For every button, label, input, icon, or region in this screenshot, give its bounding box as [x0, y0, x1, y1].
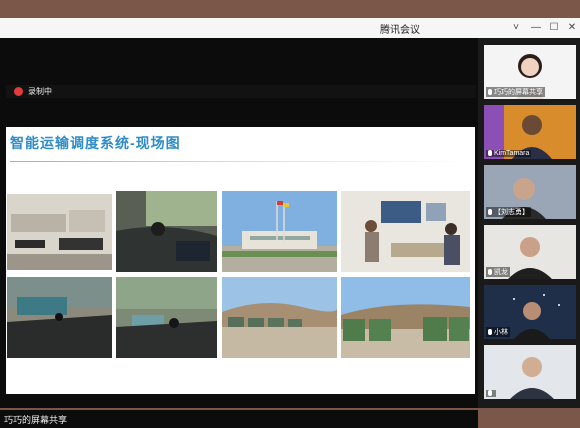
photo-mining-trucks-row — [341, 277, 470, 358]
participant-tile[interactable]: 【刘志勇】 — [484, 165, 576, 219]
participants-panel: 巧巧的屏幕共享 KimTamara 【刘志勇】 凯龙 小林 — [478, 38, 580, 408]
photo-driver-cab-monitor — [116, 191, 217, 272]
presentation-slide: 智能运输调度系统-现场图 — [6, 127, 475, 394]
participant-name: KimTamara — [486, 150, 532, 157]
participant-tile[interactable]: 巧巧的屏幕共享 — [484, 45, 576, 99]
minimize-button[interactable]: — — [528, 20, 544, 36]
shared-screen: 录制中 智能运输调度系统-现场图 巧巧的屏幕共享 — [0, 38, 478, 428]
participant-name: 巧巧的屏幕共享 — [486, 87, 545, 97]
photo-control-room-meeting — [341, 191, 470, 272]
maximize-button[interactable]: ☐ — [546, 20, 562, 36]
photo-cab-dashboard-2 — [116, 277, 217, 358]
participant-name: 小林 — [486, 327, 510, 337]
recording-bar: 录制中 — [6, 85, 476, 98]
participant-name — [486, 390, 496, 397]
recording-label: 录制中 — [28, 87, 52, 96]
participant-tile[interactable]: KimTamara — [484, 105, 576, 159]
mic-icon — [488, 329, 492, 336]
mic-icon — [488, 390, 492, 397]
participant-tile[interactable] — [484, 345, 576, 399]
photo-truck-cab-console — [7, 194, 112, 270]
participant-name: 【刘志勇】 — [486, 207, 531, 217]
avatar-man-icon — [484, 345, 576, 399]
window-title: 腾讯会议 — [380, 25, 420, 36]
record-icon — [14, 87, 23, 96]
photo-cab-dashboard-1 — [7, 277, 112, 358]
title-bar: 腾讯会议 ˅ — ☐ ✕ — [0, 18, 580, 38]
meeting-window: 腾讯会议 ˅ — ☐ ✕ 录制中 智能运输调度系统-现场图 巧巧的屏幕共享 巧巧… — [0, 18, 580, 428]
participant-tile[interactable]: 凯龙 — [484, 225, 576, 279]
mic-icon — [488, 89, 492, 96]
close-button[interactable]: ✕ — [564, 20, 580, 36]
photo-office-building-flags — [222, 191, 337, 272]
title-underline — [10, 161, 470, 162]
photo-mining-trucks-parked — [222, 277, 337, 358]
mic-icon — [488, 209, 492, 216]
participant-name: 凯龙 — [486, 267, 510, 277]
chevron-down-icon[interactable]: ˅ — [508, 20, 524, 36]
mic-icon — [488, 269, 492, 276]
mic-icon — [488, 150, 492, 157]
participant-tile[interactable]: 小林 — [484, 285, 576, 339]
slide-title: 智能运输调度系统-现场图 — [10, 135, 181, 151]
screen-share-bar: 巧巧的屏幕共享 — [0, 410, 478, 428]
screen-share-label: 巧巧的屏幕共享 — [4, 415, 68, 425]
